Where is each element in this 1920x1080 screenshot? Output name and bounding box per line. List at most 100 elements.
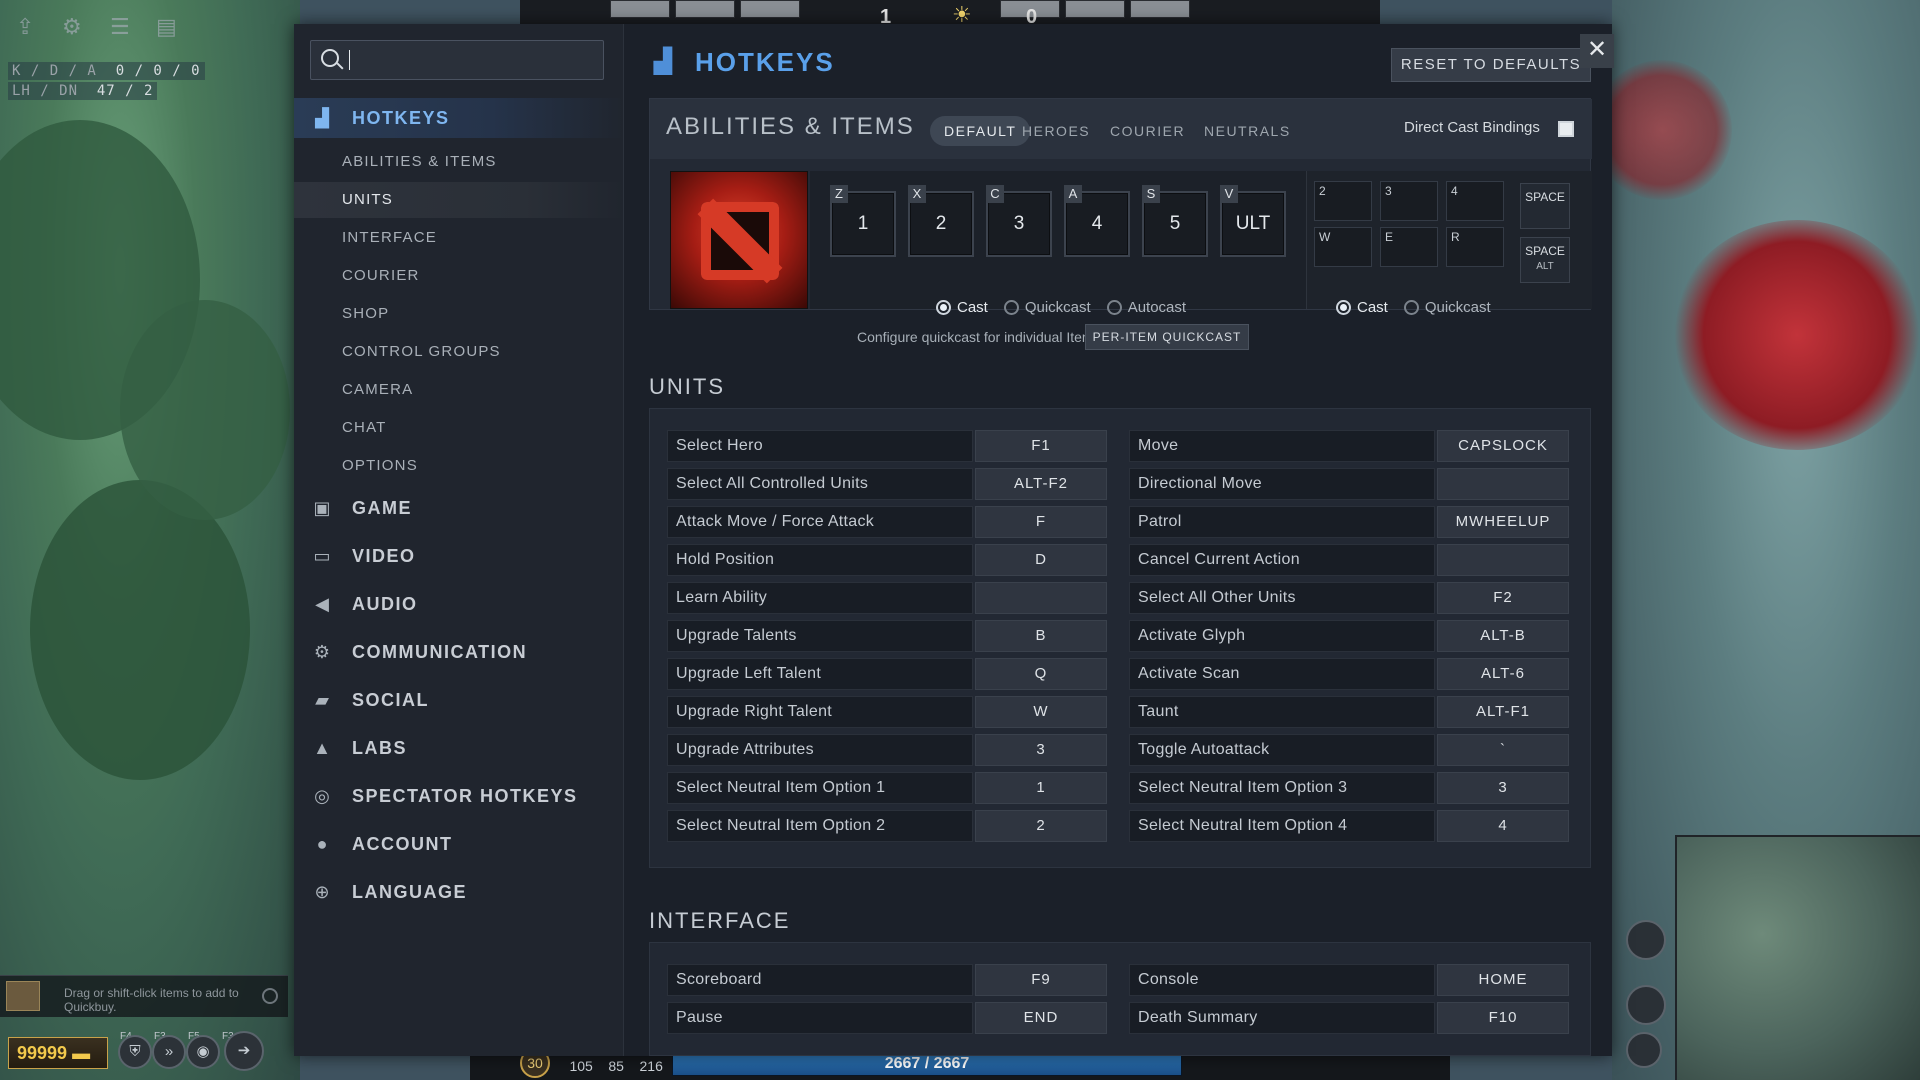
tab-courier[interactable]: COURIER [1096,116,1199,146]
search-input[interactable] [347,47,597,73]
scan-icon[interactable] [1626,1032,1662,1068]
ability-key-4[interactable]: A 4 [1064,185,1130,257]
hotkey-binding-button[interactable] [975,582,1107,614]
nav-communication[interactable]: ⚙ COMMUNICATION [294,632,624,672]
deliver-icon[interactable]: » [152,1035,186,1069]
hotkey-binding-button[interactable]: B [975,620,1107,652]
menu-icon[interactable]: ☰ [110,14,138,42]
nav-spectator-hotkeys[interactable]: ◎ SPECTATOR HOTKEYS [294,776,624,816]
hotkey-binding-button[interactable]: END [975,1002,1107,1034]
lock-icon[interactable] [262,988,278,1004]
radio-button[interactable] [1336,300,1351,315]
radio-button[interactable] [1106,300,1122,315]
tab-neutrals[interactable]: NEUTRALS [1190,116,1305,146]
item-key-w[interactable]: W [1314,227,1372,267]
hotkey-binding-button[interactable]: MWHEELUP [1437,506,1569,538]
alt-space-key-slot[interactable]: SPACE ALT [1520,237,1570,283]
hotkey-binding-button[interactable]: Q [975,658,1107,690]
nav-sub-units[interactable]: UNITS [294,182,624,218]
nav-hotkeys[interactable]: ▟ HOTKEYS [294,98,624,138]
ability-key-3[interactable]: C 3 [986,185,1052,257]
nav-sub-options[interactable]: OPTIONS [294,448,624,484]
per-item-quickcast-button[interactable]: PER-ITEM QUICKCAST [1085,324,1249,350]
nav-labs[interactable]: ▲ LABS [294,728,624,768]
hotkey-name: Select Neutral Item Option 1 [667,772,973,804]
nav-sub-abilities-items[interactable]: ABILITIES & ITEMS [294,144,624,180]
space-key-slot[interactable]: SPACE [1520,183,1570,229]
hotkey-binding-button[interactable]: F1 [975,430,1107,462]
gear-icon[interactable]: ⚙ [62,14,90,42]
glyph-icon[interactable] [1626,985,1666,1025]
hotkey-binding-button[interactable]: ALT-6 [1437,658,1569,690]
hotkey-binding-button[interactable]: HOME [1437,964,1569,996]
hotkey-binding-button[interactable]: D [975,544,1107,576]
scoreboard-icon[interactable]: ▤ [156,14,184,42]
minimap[interactable] [1675,835,1920,1080]
hotkey-binding-button[interactable]: 3 [975,734,1107,766]
ability-key-1[interactable]: Z 1 [830,185,896,257]
hotkey-binding-button[interactable]: ALT-F1 [1437,696,1569,728]
nav-social[interactable]: ▰ SOCIAL [294,680,624,720]
hotkey-binding-button[interactable]: F9 [975,964,1107,996]
radio-autocast[interactable]: Autocast [1106,299,1186,316]
gold-counter[interactable]: 99999 ▬ [8,1037,108,1069]
upload-icon[interactable]: ⇪ [16,14,44,42]
radio-cast[interactable]: Cast [936,299,988,316]
nav-sub-chat[interactable]: CHAT [294,410,624,446]
item-key-3[interactable]: 3 [1380,181,1438,221]
nav-game[interactable]: ▣ GAME [294,488,624,528]
ability-key-2[interactable]: X 2 [908,185,974,257]
nav-audio[interactable]: ◀ AUDIO [294,584,624,624]
hotkey-row: Upgrade Talents B [667,620,1107,654]
page-title-text: HOTKEYS [695,46,835,77]
hotkey-binding-button[interactable]: 3 [1437,772,1569,804]
radio-button[interactable] [1003,300,1019,315]
hotkey-name: Move [1129,430,1435,462]
hotkey-binding-button[interactable]: F2 [1437,582,1569,614]
nav-sub-camera[interactable]: CAMERA [294,372,624,408]
tab-heroes[interactable]: HEROES [1008,116,1104,146]
nav-sub-shop[interactable]: SHOP [294,296,624,332]
hotkey-binding-button[interactable]: ALT-B [1437,620,1569,652]
nav-video[interactable]: ▭ VIDEO [294,536,624,576]
ability-key-5[interactable]: S 5 [1142,185,1208,257]
hotkey-binding-button[interactable]: CAPSLOCK [1437,430,1569,462]
hotkey-binding-button[interactable]: W [975,696,1107,728]
radio-button[interactable] [936,300,951,315]
item-key-4[interactable]: 4 [1446,181,1504,221]
search-box[interactable] [310,40,604,80]
radio-quickcast[interactable]: Quickcast [1003,299,1091,316]
nav-sub-control-groups[interactable]: CONTROL GROUPS [294,334,624,370]
hotkey-binding-button[interactable]: 1 [975,772,1107,804]
ability-key-ult[interactable]: V ULT [1220,185,1286,257]
radio-item-quickcast[interactable]: Quickcast [1403,299,1491,316]
hotkey-binding-button[interactable]: 4 [1437,810,1569,842]
reset-to-defaults-button[interactable]: RESET TO DEFAULTS [1391,48,1591,82]
hotkey-binding-button[interactable]: ALT-F2 [975,468,1107,500]
shield-icon[interactable]: ◉ [186,1035,220,1069]
hotkey-binding-button[interactable]: 2 [975,810,1107,842]
close-button[interactable]: ✕ [1580,34,1614,68]
hotkey-row: Activate Scan ALT-6 [1129,658,1569,692]
item-key-r[interactable]: R [1446,227,1504,267]
item-key-2[interactable]: 2 [1314,181,1372,221]
hotkey-binding-button[interactable] [1437,468,1569,500]
hotkey-binding-button[interactable]: F10 [1437,1002,1569,1034]
hero-portrait-icon[interactable] [1626,920,1666,960]
hotkey-binding-button[interactable]: F [975,506,1107,538]
nav-account[interactable]: ● ACCOUNT [294,824,624,864]
nav-sub-courier[interactable]: COURIER [294,258,624,294]
quickbuy-panel[interactable]: Drag or shift-click items to add to Quic… [0,975,288,1017]
hotkey-name: Hold Position [667,544,973,576]
nav-sub-interface[interactable]: INTERFACE [294,220,624,256]
item-key-e[interactable]: E [1380,227,1438,267]
arrow-right-icon[interactable]: ➔ [224,1031,264,1071]
hotkey-row: Taunt ALT-F1 [1129,696,1569,730]
hotkey-binding-button[interactable] [1437,544,1569,576]
hotkey-binding-button[interactable]: ` [1437,734,1569,766]
direct-cast-checkbox[interactable] [1558,121,1574,137]
radio-button[interactable] [1403,300,1419,315]
nav-language[interactable]: ⊕ LANGUAGE [294,872,624,912]
courier-icon[interactable]: ⛨ [118,1035,152,1069]
radio-item-cast[interactable]: Cast [1336,299,1388,316]
